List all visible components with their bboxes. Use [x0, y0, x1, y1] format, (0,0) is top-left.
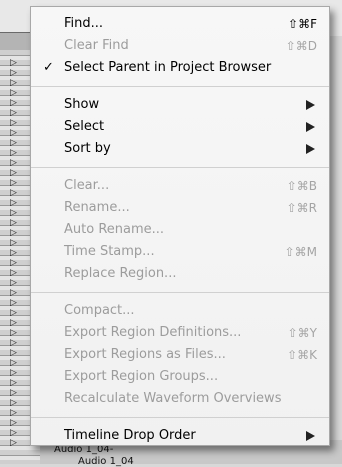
clip-label-audio-2[interactable]: Audio 1_04 — [78, 456, 134, 467]
menu-item-label: Sort by — [64, 141, 111, 156]
menu-separator — [31, 86, 329, 87]
disclosure-triangle-icon[interactable]: ▷ — [10, 98, 17, 108]
menu-item-replace-region: Replace Region... — [31, 263, 329, 285]
menu-item-label: Export Region Groups... — [64, 369, 219, 384]
menu-item-label: Show — [64, 97, 100, 112]
disclosure-triangle-icon[interactable]: ▷ — [10, 128, 17, 138]
menu-separator — [31, 167, 329, 168]
menu-item-shortcut: ⇧⌘R — [286, 201, 317, 215]
menu-item-clear-find: Clear Find ⇧⌘D — [31, 35, 329, 57]
disclosure-triangle-icon[interactable]: ▷ — [10, 208, 17, 218]
region-list-popup-menu: Find... ⇧⌘F Clear Find ⇧⌘D ✓ Select Parent in… — [30, 6, 330, 446]
submenu-arrow-icon — [306, 122, 315, 132]
menu-item-compact: Compact... — [31, 300, 329, 322]
disclosure-triangle-icon[interactable]: ▷ — [10, 278, 17, 288]
disclosure-triangle-icon[interactable]: ▷ — [10, 228, 17, 238]
menu-item-label: Clear Find — [64, 38, 129, 53]
menu-item-timeline-drop-order[interactable]: Timeline Drop Order — [31, 425, 329, 447]
menu-item-sort-by[interactable]: Sort by — [31, 138, 329, 160]
disclosure-triangle-icon[interactable]: ▷ — [10, 168, 17, 178]
menu-item-export-region-groups: Export Region Groups... — [31, 366, 329, 388]
disclosure-triangle-icon[interactable]: ▷ — [10, 418, 17, 428]
disclosure-triangle-icon[interactable]: ▷ — [10, 358, 17, 368]
submenu-arrow-icon — [306, 144, 315, 154]
menu-item-label: Replace Region... — [64, 266, 177, 281]
disclosure-triangle-icon[interactable]: ▷ — [10, 298, 17, 308]
menu-item-label: Compact... — [64, 303, 135, 318]
disclosure-triangle-icon[interactable]: ▷ — [10, 58, 17, 68]
disclosure-triangle-icon[interactable]: ▷ — [10, 198, 17, 208]
menu-item-label: Export Region Definitions... — [64, 325, 242, 340]
menu-separator — [31, 292, 329, 293]
disclosure-triangle-icon[interactable]: ▷ — [10, 178, 17, 188]
disclosure-triangle-icon[interactable]: ▷ — [10, 348, 17, 358]
disclosure-triangle-icon[interactable]: ▷ — [10, 258, 17, 268]
menu-item-shortcut: ⇧⌘M — [284, 245, 317, 259]
disclosure-triangle-icon[interactable]: ▷ — [10, 188, 17, 198]
disclosure-triangle-icon[interactable]: ▷ — [10, 318, 17, 328]
menu-item-find[interactable]: Find... ⇧⌘F — [31, 13, 329, 35]
disclosure-triangle-icon[interactable]: ▷ — [10, 398, 17, 408]
disclosure-triangle-icon[interactable]: ▷ — [10, 378, 17, 388]
disclosure-triangle-icon[interactable]: ▷ — [10, 328, 17, 338]
disclosure-triangle-icon[interactable]: ▷ — [10, 108, 17, 118]
submenu-arrow-icon — [306, 431, 315, 441]
disclosure-triangle-icon[interactable]: ▷ — [10, 288, 17, 298]
menu-item-export-region-definitions: Export Region Definitions... ⇧⌘Y — [31, 322, 329, 344]
menu-item-label: Find... — [64, 16, 104, 31]
disclosure-triangle-icon[interactable]: ▷ — [10, 368, 17, 378]
disclosure-triangle-icon[interactable]: ▷ — [10, 268, 17, 278]
menu-item-label: Select — [64, 119, 105, 134]
disclosure-triangle-icon[interactable]: ▷ — [10, 238, 17, 248]
disclosure-triangle-icon[interactable]: ▷ — [10, 148, 17, 158]
menu-item-label: Rename... — [64, 200, 130, 215]
disclosure-triangle-icon[interactable]: ▷ — [10, 218, 17, 228]
menu-item-label: Auto Rename... — [64, 222, 165, 237]
menu-item-rename: Rename... ⇧⌘R — [31, 197, 329, 219]
menu-item-shortcut: ⇧⌘D — [285, 39, 317, 53]
menu-item-select[interactable]: Select — [31, 116, 329, 138]
menu-item-shortcut: ⇧⌘K — [287, 348, 317, 362]
disclosure-triangle-icon[interactable]: ▷ — [10, 388, 17, 398]
menu-item-shortcut: ⇧⌘Y — [287, 326, 317, 340]
menu-item-label: Time Stamp... — [64, 244, 155, 259]
disclosure-triangle-icon[interactable]: ▷ — [10, 78, 17, 88]
menu-item-select-parent-in-project-browser[interactable]: ✓ Select Parent in Project Browser — [31, 57, 329, 79]
disclosure-triangle-icon[interactable]: ▷ — [10, 248, 17, 258]
checkmark-icon: ✓ — [43, 60, 54, 75]
menu-item-export-regions-as-files: Export Regions as Files... ⇧⌘K — [31, 344, 329, 366]
disclosure-triangle-icon[interactable]: ▷ — [10, 408, 17, 418]
disclosure-triangle-icon[interactable]: ▷ — [10, 428, 17, 438]
disclosure-triangle-icon[interactable]: ▷ — [10, 308, 17, 318]
disclosure-triangle-icon[interactable]: ▷ — [10, 158, 17, 168]
disclosure-triangle-icon[interactable]: ▷ — [10, 138, 17, 148]
disclosure-triangle-icon[interactable]: ▷ — [10, 438, 17, 448]
menu-item-auto-rename: Auto Rename... — [31, 219, 329, 241]
disclosure-triangle-icon[interactable]: ▷ — [10, 118, 17, 128]
menu-item-label: Timeline Drop Order — [64, 428, 196, 443]
menu-item-recalculate-waveform-overviews: Recalculate Waveform Overviews — [31, 388, 329, 410]
menu-item-clear: Clear... ⇧⌘B — [31, 175, 329, 197]
disclosure-triangle-icon[interactable]: ▷ — [10, 338, 17, 348]
menu-item-time-stamp: Time Stamp... ⇧⌘M — [31, 241, 329, 263]
menu-separator — [31, 417, 329, 418]
menu-item-label: Recalculate Waveform Overviews — [64, 391, 282, 406]
menu-item-shortcut: ⇧⌘F — [288, 17, 317, 31]
menu-item-label: Export Regions as Files... — [64, 347, 226, 362]
menu-item-label: Clear... — [64, 178, 110, 193]
menu-item-show[interactable]: Show — [31, 94, 329, 116]
disclosure-triangle-icon[interactable]: ▷ — [10, 68, 17, 78]
menu-item-label: Select Parent in Project Browser — [64, 60, 272, 75]
disclosure-triangle-icon[interactable]: ▷ — [10, 88, 17, 98]
submenu-arrow-icon — [306, 100, 315, 110]
menu-item-shortcut: ⇧⌘B — [286, 179, 317, 193]
